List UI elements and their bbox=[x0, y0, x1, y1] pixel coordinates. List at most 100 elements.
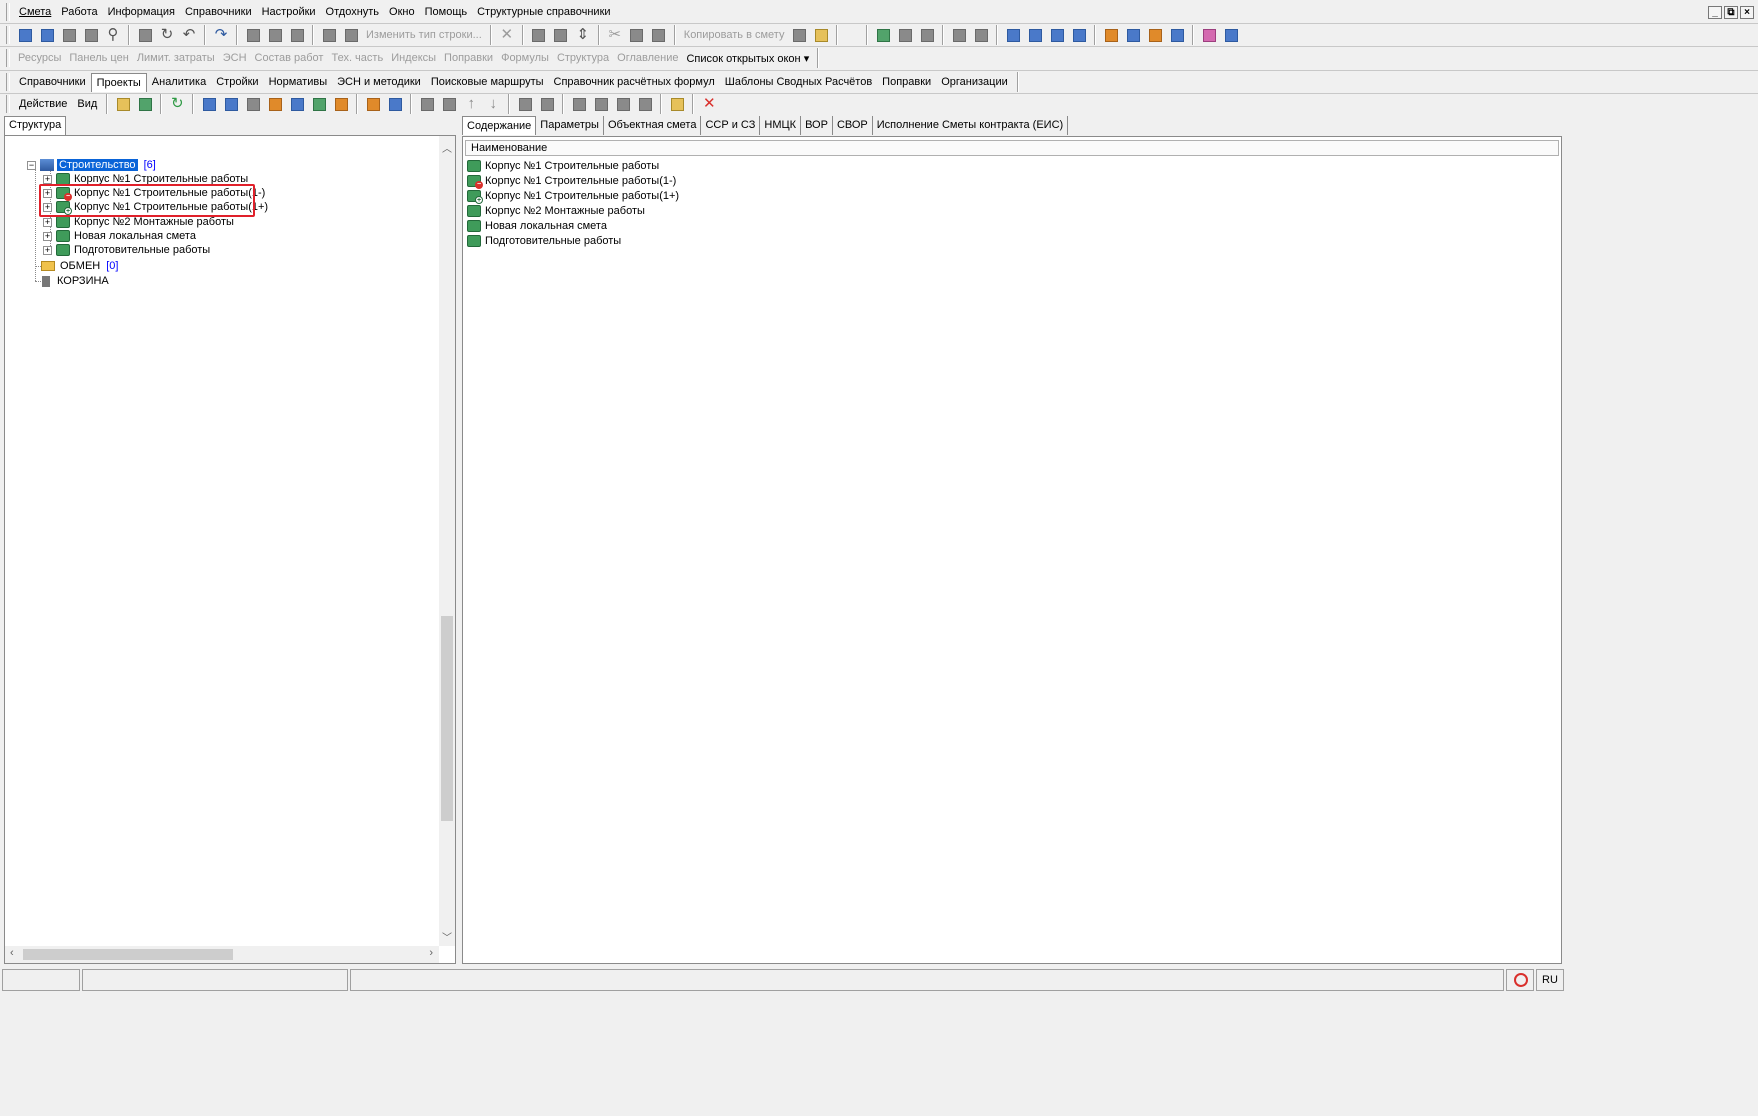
collapse-toggle[interactable]: − bbox=[27, 160, 36, 170]
action-menu[interactable]: Действие bbox=[14, 98, 72, 110]
menu-item-spravochniki[interactable]: Справочники bbox=[180, 4, 257, 20]
toolbar-grip[interactable] bbox=[6, 26, 10, 44]
tab-svor[interactable]: СВОР bbox=[833, 116, 873, 135]
p-doc-icon[interactable] bbox=[895, 25, 915, 45]
pr-doc-icon[interactable] bbox=[917, 25, 937, 45]
content-list[interactable]: Наименование Корпус №1 Строительные рабо… bbox=[462, 136, 1562, 964]
tree-node-estimate[interactable]: + Подготовительные работы bbox=[43, 243, 210, 257]
toolbar-grip[interactable] bbox=[6, 49, 10, 67]
tab-parametry[interactable]: Параметры bbox=[536, 116, 604, 135]
tree-node-estimate[interactable]: + Новая локальная смета bbox=[43, 229, 196, 243]
tab-organizatsii[interactable]: Организации bbox=[936, 73, 1013, 91]
column-header-name[interactable]: Наименование bbox=[465, 140, 1559, 156]
tree-insert-icon[interactable] bbox=[15, 25, 35, 45]
tree-node-trash[interactable]: КОРЗИНА bbox=[39, 274, 109, 288]
menu-item-otdokhnut[interactable]: Отдохнуть bbox=[321, 4, 385, 20]
estimate-blue-icon[interactable] bbox=[287, 94, 307, 114]
tree-view-icon[interactable] bbox=[949, 25, 969, 45]
move-icon[interactable]: ⇕ bbox=[573, 25, 593, 45]
toolbar-tech-part[interactable]: Тех. часть bbox=[327, 52, 387, 64]
toolbar-corrections[interactable]: Поправки bbox=[440, 52, 497, 64]
menu-item-informatsiya[interactable]: Информация bbox=[103, 4, 180, 20]
folder-star-icon[interactable] bbox=[667, 94, 687, 114]
report-icon[interactable] bbox=[569, 94, 589, 114]
tab-object-estimate[interactable]: Объектная смета bbox=[604, 116, 702, 135]
toolbar-price-panel[interactable]: Панель цен bbox=[65, 52, 132, 64]
horizontal-scrollbar[interactable]: ‹ › bbox=[5, 946, 439, 963]
list-item[interactable]: Корпус №2 Монтажные работы bbox=[467, 203, 645, 218]
list-item[interactable]: + Корпус №1 Строительные работы(1+) bbox=[467, 188, 679, 204]
language-indicator[interactable]: RU bbox=[1536, 969, 1564, 991]
restore-button[interactable]: ⧉ bbox=[1724, 6, 1738, 19]
clipboard-icon[interactable] bbox=[811, 25, 831, 45]
paste-icon[interactable] bbox=[649, 25, 669, 45]
menu-grip[interactable] bbox=[6, 3, 10, 21]
tree-node-root[interactable]: − Строительство [6] bbox=[27, 158, 156, 172]
hierarchy-gray-icon[interactable] bbox=[537, 94, 557, 114]
arrow-up-icon[interactable]: ↑ bbox=[461, 94, 481, 114]
copy-icon[interactable] bbox=[627, 25, 647, 45]
menu-item-okno[interactable]: Окно bbox=[384, 4, 420, 20]
tab-popravki[interactable]: Поправки bbox=[877, 73, 936, 91]
tab-stroyki[interactable]: Стройки bbox=[211, 73, 263, 91]
redo-icon[interactable]: ↷ bbox=[211, 25, 231, 45]
project-tree[interactable]: − Строительство [6] + Корпус №1 Строител… bbox=[4, 135, 456, 964]
tab-formula-reference[interactable]: Справочник расчётных формул bbox=[549, 73, 720, 91]
expand-toggle[interactable]: + bbox=[43, 174, 52, 184]
tree-add-icon[interactable] bbox=[37, 25, 57, 45]
close-button[interactable]: × bbox=[1740, 6, 1754, 19]
tab-contract-execution[interactable]: Исполнение Сметы контракта (ЕИС) bbox=[873, 116, 1069, 135]
tab-search-routes[interactable]: Поисковые маршруты bbox=[426, 73, 549, 91]
tab-normativy[interactable]: Нормативы bbox=[264, 73, 333, 91]
align-up-icon[interactable] bbox=[1069, 25, 1089, 45]
tab-structure[interactable]: Структура bbox=[4, 116, 67, 135]
menu-item-smeta[interactable]: Смета bbox=[14, 4, 56, 20]
list-item[interactable]: Подготовительные работы bbox=[467, 233, 621, 248]
toolbar-grip[interactable] bbox=[6, 73, 10, 91]
calculator-icon[interactable] bbox=[81, 25, 101, 45]
comment-icon[interactable] bbox=[287, 25, 307, 45]
tab-vor[interactable]: ВОР bbox=[801, 116, 833, 135]
vehicle-icon[interactable] bbox=[1167, 25, 1187, 45]
status-indicator[interactable] bbox=[1506, 969, 1534, 991]
tree-edit-icon[interactable] bbox=[971, 25, 991, 45]
align-down-icon[interactable] bbox=[1047, 25, 1067, 45]
tree-node-estimate[interactable]: + Корпус №2 Монтажные работы bbox=[43, 215, 234, 229]
tab-summary-templates[interactable]: Шаблоны Сводных Расчётов bbox=[720, 73, 877, 91]
delete-icon[interactable]: ✕ bbox=[497, 25, 517, 45]
list-item[interactable]: Корпус №1 Строительные работы bbox=[467, 158, 659, 173]
tree-node-exchange[interactable]: ОБМЕН [0] bbox=[41, 259, 118, 273]
building-icon[interactable] bbox=[199, 94, 219, 114]
car-icon[interactable] bbox=[1123, 25, 1143, 45]
save-icon[interactable] bbox=[135, 25, 155, 45]
open-windows-dropdown[interactable]: Список открытых окон ▾ bbox=[682, 52, 813, 65]
scroll-right-icon[interactable]: › bbox=[429, 947, 433, 959]
sort-icon[interactable] bbox=[363, 94, 383, 114]
toolbar-resources[interactable]: Ресурсы bbox=[14, 52, 65, 64]
p-doc-icon[interactable] bbox=[417, 94, 437, 114]
copy-doc-icon[interactable] bbox=[789, 25, 809, 45]
pr-doc-icon[interactable] bbox=[439, 94, 459, 114]
folder-up-icon[interactable] bbox=[113, 94, 133, 114]
report-alt-icon[interactable] bbox=[591, 94, 611, 114]
stack-icon[interactable] bbox=[1145, 25, 1165, 45]
books-blue-icon[interactable] bbox=[1221, 25, 1241, 45]
expand-toggle[interactable]: + bbox=[43, 231, 52, 241]
print-preview-icon[interactable] bbox=[529, 25, 549, 45]
change-row-type-button[interactable]: Изменить тип строки... bbox=[362, 29, 486, 41]
document-icon[interactable] bbox=[243, 94, 263, 114]
list-item[interactable]: − Корпус №1 Строительные работы(1-) bbox=[467, 173, 676, 189]
book-move-icon[interactable] bbox=[331, 94, 351, 114]
sort-alt-icon[interactable] bbox=[385, 94, 405, 114]
truck-icon[interactable] bbox=[341, 25, 361, 45]
print-icon[interactable] bbox=[319, 25, 339, 45]
scroll-up-icon[interactable]: ︿ bbox=[439, 140, 455, 155]
scroll-left-icon[interactable]: ‹ bbox=[10, 947, 14, 959]
copy-to-estimate-button[interactable]: Копировать в смету bbox=[680, 29, 789, 41]
indent-icon[interactable] bbox=[1003, 25, 1023, 45]
hammer-icon[interactable] bbox=[1101, 25, 1121, 45]
estimate-color-icon[interactable] bbox=[265, 94, 285, 114]
menu-item-rabota[interactable]: Работа bbox=[56, 4, 102, 20]
books-pink-icon[interactable] bbox=[1199, 25, 1219, 45]
delete-icon[interactable]: ✕ bbox=[699, 94, 719, 114]
